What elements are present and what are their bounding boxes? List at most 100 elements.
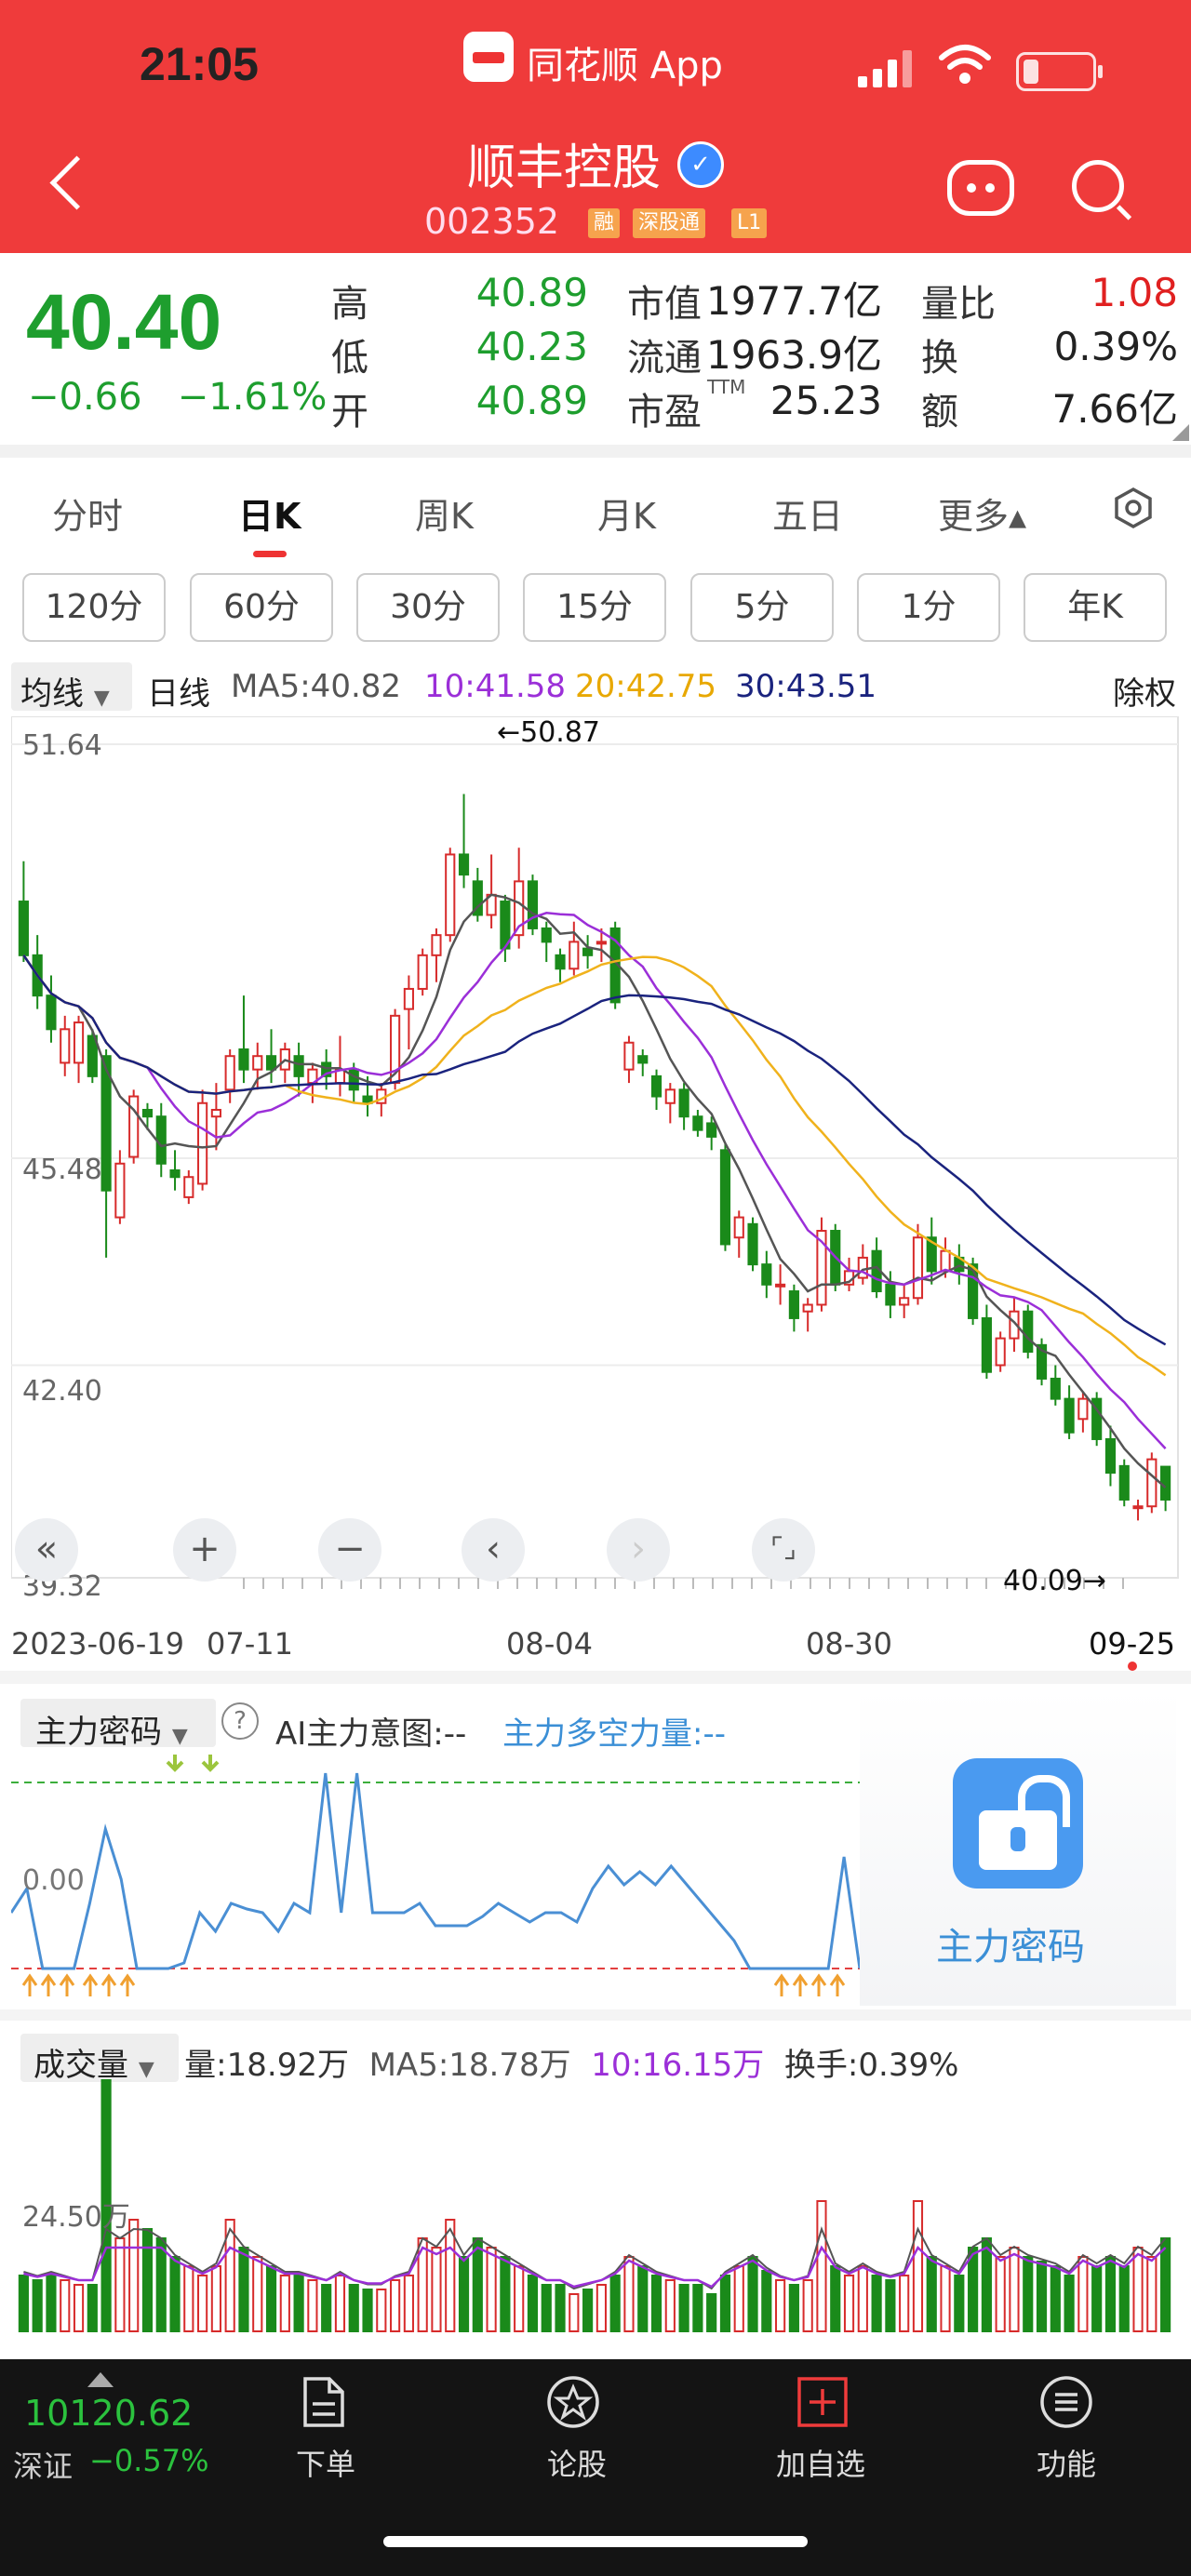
pe-label: 市盈 (627, 391, 702, 434)
volume-bar (912, 2200, 924, 2332)
volume-bar (596, 2284, 607, 2332)
tab-weekly-k[interactable]: 周K (415, 487, 474, 539)
low-value: 40.23 (475, 324, 588, 369)
tab-five-day[interactable]: 五日 (772, 487, 843, 539)
period-60min[interactable]: 60分 (190, 573, 333, 642)
volume-bar (1091, 2265, 1103, 2332)
nav-discuss[interactable]: 论股 (547, 2441, 607, 2484)
period-120min[interactable]: 120分 (22, 573, 166, 642)
zoom-in-icon[interactable]: + (173, 1518, 236, 1582)
next-icon[interactable]: › (607, 1518, 670, 1582)
volume-bar (1009, 2247, 1020, 2332)
candle-body (747, 1222, 758, 1266)
volume-bar (926, 2256, 937, 2332)
zoom-out-icon[interactable]: − (318, 1518, 381, 1582)
tag-connect[interactable]: 深股通 (633, 208, 706, 238)
candle-body (885, 1283, 896, 1306)
index-expand-icon[interactable] (87, 2372, 114, 2387)
mcap-value: 1977.7亿 (706, 278, 882, 324)
volume-bar (458, 2256, 470, 2332)
fullscreen-icon[interactable]: ⌜⌟ (752, 1518, 815, 1582)
candle-body (114, 1162, 126, 1219)
volume-chart[interactable] (11, 2078, 1180, 2335)
candle-body (637, 1055, 649, 1064)
candle-body (183, 1176, 194, 1198)
prev-icon[interactable]: ‹ (462, 1518, 525, 1582)
volume-bar (899, 2275, 910, 2332)
add-watchlist-icon[interactable] (796, 2376, 849, 2428)
candle-body (1132, 1505, 1144, 1510)
stock-title: 顺丰控股 (467, 140, 662, 196)
hexagon-settings-icon[interactable] (1113, 487, 1154, 528)
main-force: 主力多空力量:-- (502, 1715, 726, 1753)
period-1min[interactable]: 1分 (857, 573, 1000, 642)
volume-bar (706, 2293, 717, 2332)
candle-body (788, 1290, 799, 1319)
help-icon[interactable]: ? (221, 1702, 259, 1740)
volume-bar (73, 2284, 85, 2332)
period-yearly-k[interactable]: 年K (1024, 573, 1167, 642)
tab-daily-k[interactable]: 日K (238, 487, 301, 539)
candle-body (155, 1115, 167, 1165)
ma-period: 日线 (147, 675, 210, 713)
volume-bar (761, 2270, 772, 2332)
tab-more[interactable]: 更多▴ (938, 487, 1026, 539)
tag-margin[interactable]: 融 (588, 208, 621, 238)
candle-body (527, 880, 539, 929)
volume-bar (183, 2265, 194, 2332)
today-dot (1128, 1662, 1137, 1671)
tab-active-indicator (253, 551, 287, 557)
candle-body (265, 1055, 277, 1071)
y-tick-low: 42.40 (22, 1375, 102, 1408)
low-signal-arrow (810, 1973, 827, 1996)
expand-corner-icon[interactable] (1172, 424, 1189, 441)
ma20-value: 20:42.75 (575, 668, 717, 705)
candle-body (46, 994, 57, 1031)
period-15min[interactable]: 15分 (523, 573, 666, 642)
candle-body (899, 1297, 910, 1306)
volume-bar (719, 2275, 731, 2332)
volume-bar (1118, 2265, 1130, 2332)
nav-add-watchlist[interactable]: 加自选 (776, 2441, 865, 2484)
pe-value: 25.23 (769, 378, 882, 423)
period-30min[interactable]: 30分 (356, 573, 500, 642)
robot-icon[interactable] (947, 160, 1014, 216)
home-indicator (383, 2536, 808, 2547)
vol-ratio-label: 量比 (921, 283, 996, 326)
current-price: 40.40 (26, 278, 222, 366)
tab-monthly-k[interactable]: 月K (597, 487, 656, 539)
candle-body (802, 1303, 813, 1313)
order-icon[interactable] (300, 2376, 346, 2428)
volume-bar (1064, 2275, 1075, 2332)
tag-level[interactable]: L1 (731, 208, 768, 238)
indicator-line (11, 1772, 860, 1970)
volume-bar (321, 2284, 332, 2332)
volume-bar (609, 2275, 621, 2332)
adjust-toggle[interactable]: 除权 (1113, 668, 1176, 714)
x-label-start: 2023-06-19 (11, 1626, 184, 1662)
period-5min[interactable]: 5分 (690, 573, 834, 642)
candlestick-chart[interactable] (11, 716, 1180, 1615)
indicator-chart[interactable] (11, 1749, 860, 2002)
amount-value: 7.66亿 (1051, 386, 1178, 432)
tab-intraday[interactable]: 分时 (52, 487, 123, 539)
menu-icon[interactable] (1038, 2374, 1094, 2430)
low-signal-arrow (100, 1973, 117, 1996)
volume-bar (500, 2256, 511, 2332)
volume-bar (664, 2279, 676, 2332)
index-value[interactable]: 10120.62 (24, 2393, 193, 2434)
nav-order[interactable]: 下单 (296, 2441, 355, 2484)
discuss-icon[interactable] (545, 2374, 601, 2430)
candle-body (596, 941, 607, 945)
candle-body (293, 1055, 304, 1077)
volume-bar (527, 2275, 539, 2332)
volume-bar (114, 2237, 126, 2332)
search-icon[interactable] (1072, 160, 1124, 212)
volume-bar (141, 2228, 154, 2332)
candle-body (623, 1041, 635, 1071)
nav-functions[interactable]: 功能 (1037, 2441, 1096, 2484)
rewind-icon[interactable]: « (15, 1518, 78, 1582)
lock-label[interactable]: 主力密码 (936, 1916, 1085, 1970)
candle-body (1118, 1464, 1130, 1501)
candle-body (1023, 1310, 1034, 1354)
